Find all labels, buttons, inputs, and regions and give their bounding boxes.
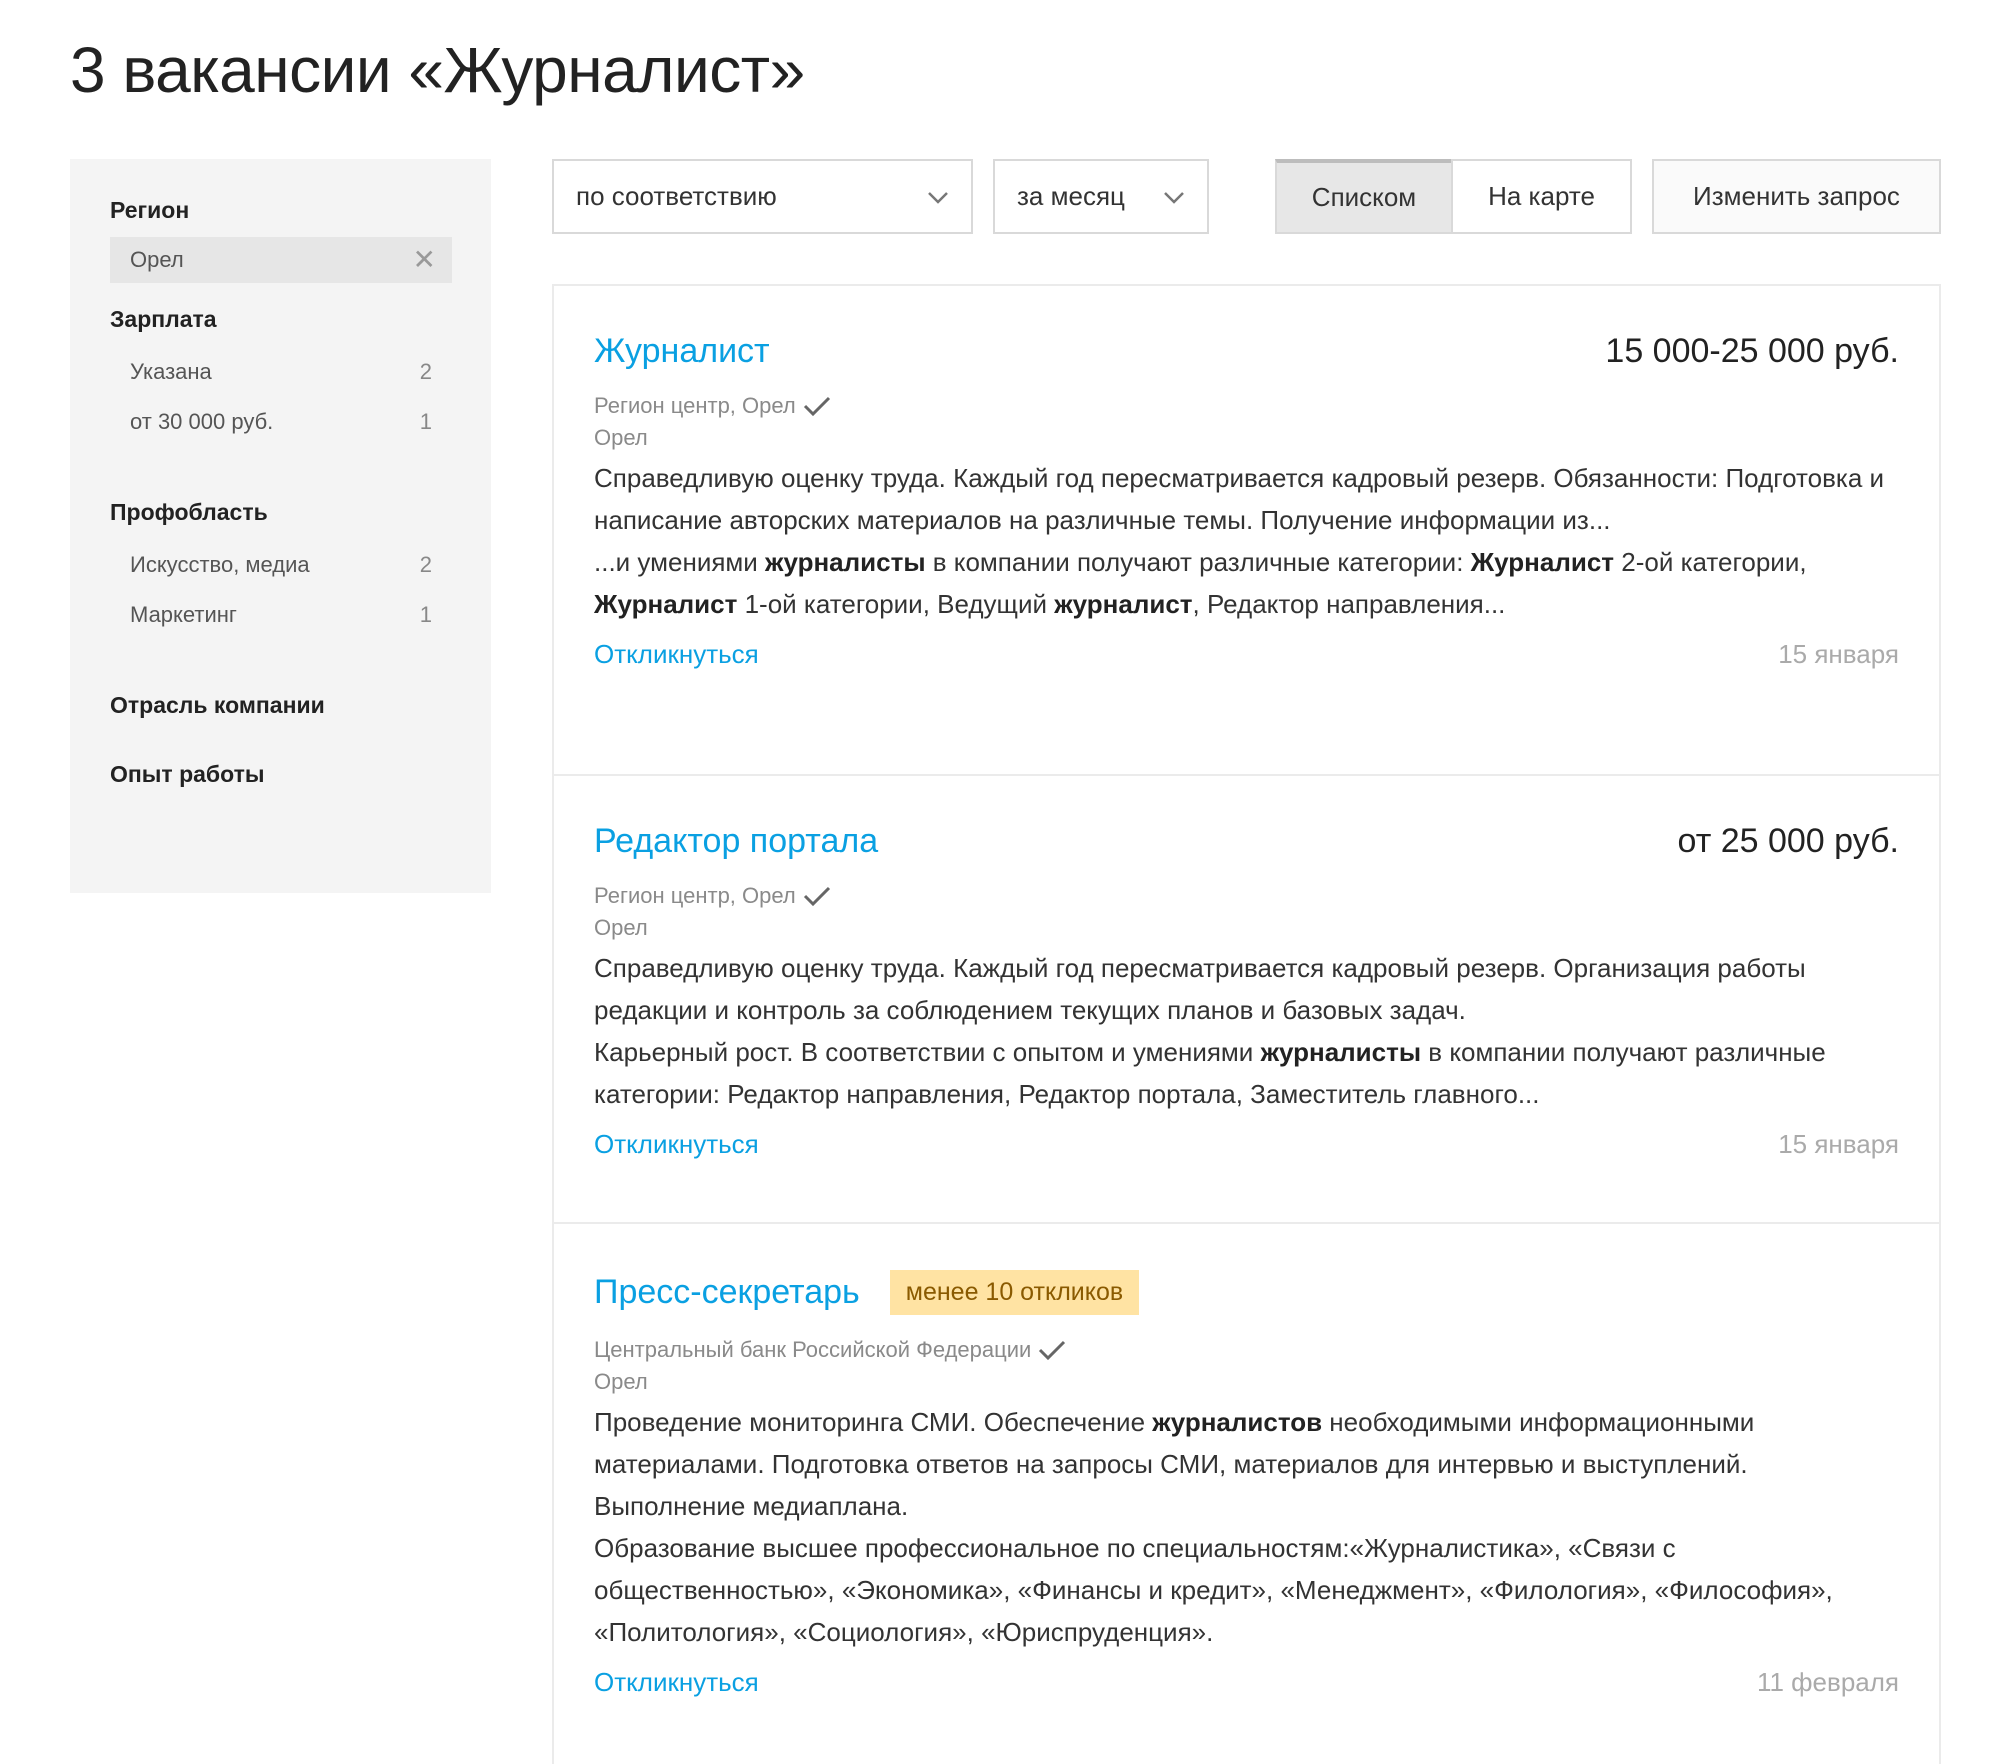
description-paragraph: ...и умениями журналисты в компании полу… (594, 541, 1899, 625)
vacancy-description: Справедливую оценку труда. Каждый год пе… (594, 947, 1899, 1115)
description-paragraph: Справедливую оценку труда. Каждый год пе… (594, 457, 1899, 541)
filter-item-count: 2 (419, 552, 432, 577)
vacancy-title-link[interactable]: Журналист (594, 332, 770, 371)
region-chip[interactable]: Орел ✕ (110, 237, 452, 283)
respond-link[interactable]: Откликнуться (594, 1129, 759, 1160)
description-paragraph: Справедливую оценку труда. Каждый год пе… (594, 947, 1899, 1031)
filter-heading-region: Регион (110, 197, 190, 223)
filter-heading-experience[interactable]: Опыт работы (110, 759, 452, 789)
filter-industry[interactable]: Отрасль компании (110, 690, 452, 720)
description-text: Карьерный рост. В соответствии с опытом … (594, 1037, 1261, 1067)
view-toggle: Списком На карте (1275, 159, 1632, 234)
sort-select-value: по соответствию (576, 181, 777, 211)
vacancy-company[interactable]: Регион центр, Орел (594, 883, 1899, 909)
highlighted-keyword: Журналист (594, 589, 738, 619)
filter-item-label: Указана (130, 359, 212, 384)
vacancy-city: Орел (594, 425, 648, 450)
filter-item-label: Маркетинг (130, 602, 237, 627)
filter-item-count: 1 (419, 409, 432, 434)
respond-link[interactable]: Откликнуться (594, 1667, 759, 1698)
filter-item-count: 2 (419, 359, 432, 384)
description-text: ...и умениями (594, 547, 766, 577)
filter-profarea: Профобласть Искусство, медиа 2 Маркетинг… (110, 497, 452, 640)
vacancy-description: Справедливую оценку труда. Каждый год пе… (594, 457, 1899, 625)
description-text: Справедливую оценку труда. Каждый год пе… (594, 953, 1806, 1025)
filter-item-count: 1 (419, 602, 432, 627)
vacancy-description: Проведение мониторинга СМИ. Обеспечение … (594, 1401, 1899, 1653)
description-text: в компании получают различные категории: (925, 547, 1471, 577)
company-name[interactable]: Регион центр, Орел (594, 393, 796, 419)
close-icon[interactable]: ✕ (413, 246, 436, 274)
filters-sidebar: Регион Орел ✕ Зарплата Указана 2 от 30 0… (70, 159, 491, 893)
vacancy-city: Орел (594, 1369, 648, 1394)
filter-item-art-media[interactable]: Искусство, медиа 2 (110, 540, 452, 590)
description-text: 1-ой категории, Ведущий (737, 589, 1055, 619)
highlighted-keyword: журналисты (765, 547, 926, 577)
filter-heading-industry[interactable]: Отрасль компании (110, 690, 452, 720)
chevron-down-icon (1164, 191, 1184, 204)
filter-item-label: от 30 000 руб. (130, 409, 274, 434)
vacancy-salary: от 25 000 руб. (1677, 822, 1899, 860)
vacancy-company[interactable]: Центральный банк Российской Федерации (594, 1337, 1899, 1363)
responses-badge: менее 10 откликов (889, 1270, 1140, 1315)
filter-region: Регион Орел ✕ (110, 195, 452, 283)
vacancy-card: Пресс-секретарь менее 10 откликов Центра… (554, 1224, 1939, 1698)
period-select[interactable]: за месяц (993, 159, 1209, 234)
period-select-value: за месяц (1017, 181, 1125, 211)
vacancy-company[interactable]: Регион центр, Орел (594, 393, 1899, 419)
filter-heading-profarea: Профобласть (110, 499, 268, 525)
verified-check-icon (1039, 1340, 1066, 1361)
view-list-button[interactable]: Списком (1275, 159, 1453, 234)
description-paragraph: Проведение мониторинга СМИ. Обеспечение … (594, 1401, 1899, 1527)
sort-select[interactable]: по соответствию (552, 159, 973, 234)
change-query-button[interactable]: Изменить запрос (1652, 159, 1941, 234)
company-name[interactable]: Регион центр, Орел (594, 883, 796, 909)
highlighted-keyword: журналист (1054, 589, 1193, 619)
vacancy-date: 15 января (1778, 1129, 1899, 1159)
filter-salary: Зарплата Указана 2 от 30 000 руб. 1 (110, 304, 452, 447)
region-chip-label: Орел (130, 247, 184, 272)
description-text: , Редактор направления... (1192, 589, 1506, 619)
vacancy-date: 11 февраля (1756, 1667, 1899, 1697)
vacancy-card: Редактор портала от 25 000 руб. Регион ц… (554, 776, 1939, 1224)
filter-item-label: Искусство, медиа (130, 552, 310, 577)
page-title: 3 вакансии «Журналист» (70, 34, 805, 106)
highlighted-keyword: журналистов (1152, 1407, 1323, 1437)
filter-item-salary-from-30000[interactable]: от 30 000 руб. 1 (110, 397, 452, 447)
verified-check-icon (803, 396, 830, 417)
filter-experience[interactable]: Опыт работы (110, 759, 452, 789)
chevron-down-icon (928, 191, 948, 204)
description-text: 2-ой категории, (1614, 547, 1807, 577)
vacancy-card: Журналист 15 000-25 000 руб. Регион цент… (554, 286, 1939, 776)
vacancy-date: 15 января (1778, 639, 1899, 669)
description-text: Проведение мониторинга СМИ. Обеспечение (594, 1407, 1153, 1437)
vacancy-title-link[interactable]: Редактор портала (594, 822, 878, 861)
description-paragraph: Карьерный рост. В соответствии с опытом … (594, 1031, 1899, 1115)
vacancy-salary: 15 000-25 000 руб. (1605, 332, 1899, 370)
highlighted-keyword: Журналист (1470, 547, 1615, 577)
verified-check-icon (803, 886, 830, 907)
filter-item-marketing[interactable]: Маркетинг 1 (110, 590, 452, 640)
description-text: Справедливую оценку труда. Каждый год пе… (594, 463, 1885, 535)
vacancy-list: Журналист 15 000-25 000 руб. Регион цент… (552, 284, 1941, 1764)
description-paragraph: Образование высшее профессиональное по с… (594, 1527, 1899, 1653)
company-name[interactable]: Центральный банк Российской Федерации (594, 1337, 1031, 1363)
description-text: Образование высшее профессиональное по с… (594, 1533, 1833, 1647)
vacancy-city: Орел (594, 915, 648, 940)
respond-link[interactable]: Откликнуться (594, 639, 759, 670)
filter-heading-salary: Зарплата (110, 306, 217, 332)
view-map-button[interactable]: На карте (1451, 159, 1632, 234)
filter-item-salary-specified[interactable]: Указана 2 (110, 347, 452, 397)
highlighted-keyword: журналисты (1260, 1037, 1422, 1067)
vacancy-title-link[interactable]: Пресс-секретарь (594, 1273, 860, 1312)
